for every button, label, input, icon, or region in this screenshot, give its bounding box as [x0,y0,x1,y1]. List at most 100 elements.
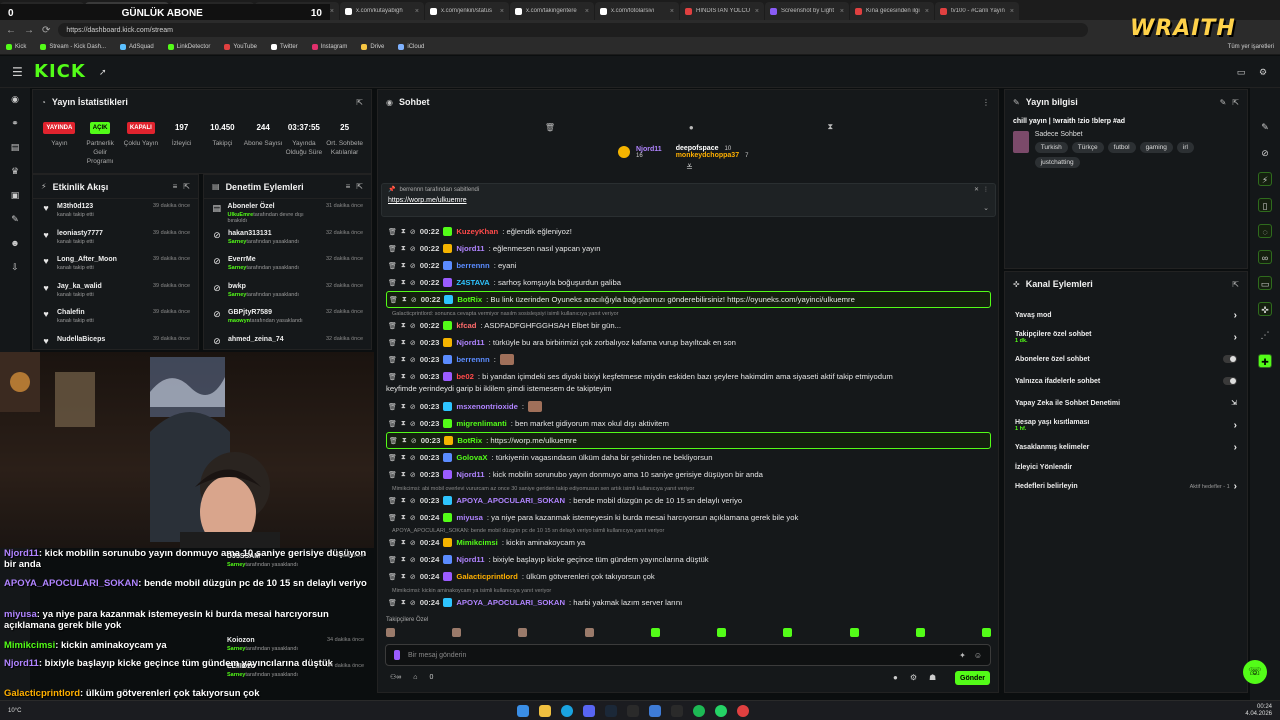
users-icon[interactable]: ⚇∞ [390,673,401,681]
stream-tag[interactable]: futbol [1107,142,1136,153]
message-username[interactable]: BotRix [457,295,482,304]
collapse-icon[interactable]: ≚ [686,163,693,172]
chat-input[interactable]: Bir mesaj gönderin ✦ ☺ [385,644,991,666]
delete-icon[interactable]: 🗑 [388,471,397,479]
timeout-icon[interactable]: ⧗ [402,437,407,445]
support-chat-button[interactable]: ☏ [1243,660,1267,684]
timeout-icon[interactable]: ⧗ [401,403,406,411]
message-username[interactable]: migrenlimanti [456,419,506,428]
mic-icon[interactable] [394,650,400,660]
chat-message[interactable]: 🗑 ⧗ ⊘ 00:24 Mimikcimsi: kickin aminakoycam y… [386,534,991,551]
ban-icon[interactable]: ⊘ [410,599,416,607]
chrome-icon[interactable] [737,704,750,717]
ban-icon[interactable]: ⊘ [410,228,416,236]
whatsapp-icon[interactable] [715,704,728,717]
layout-icon[interactable]: ▭ [1236,67,1246,77]
follower-name[interactable]: Jay_ka_walid [57,283,102,290]
send-button[interactable]: Gönder [955,671,990,685]
moderated-name[interactable]: Koiozon [227,637,298,644]
back-icon[interactable]: ← [6,25,16,36]
chat-message[interactable]: 🗑 ⧗ ⊘ 00:23 APOYA_APOCULARI_SOKAN: bende mob… [386,492,991,509]
kick-logo[interactable]: KICK [34,61,86,82]
stream-tag[interactable]: gaming [1139,142,1173,153]
moderated-name[interactable]: hakan313131 [228,230,299,237]
follower-name[interactable]: Chalefin [57,309,94,316]
ban-icon[interactable]: ⊘ [410,471,416,479]
stream-tag[interactable]: Türkçe [1071,142,1104,153]
timeout-icon[interactable]: ⧗ [401,356,406,364]
spotify-icon[interactable] [693,704,706,717]
pencil-icon[interactable]: ✎ [1220,98,1227,107]
bookmark[interactable]: YouTube [224,44,257,50]
more-icon[interactable]: ⋮ [982,98,990,107]
add-icon[interactable]: ✚ [1258,354,1272,368]
link-icon[interactable]: ⚭ [10,118,20,128]
delete-icon[interactable]: 🗑 [388,322,397,330]
timeout-icon[interactable]: ⧗ [401,228,406,236]
timeout-icon[interactable]: ⧗ [401,279,406,287]
chat-message[interactable]: 🗑 ⧗ ⊘ 00:22 BotRix: Bu link üzerinden Oyunek… [386,291,991,308]
link-chain-icon[interactable]: ∞ [1258,250,1272,264]
emote-icon[interactable] [783,628,793,637]
edge-icon[interactable] [561,704,574,717]
timeout-icon[interactable]: ⧗ [401,539,406,547]
explorer-icon[interactable] [539,704,552,717]
delete-icon[interactable]: 🗑 [388,403,397,411]
ban-icon[interactable]: ⊘ [410,514,416,522]
chat-message[interactable]: 🗑 ⧗ ⊘ 00:22 Njord11: eğlenmesen nasıl yapcan… [386,240,991,257]
ban-icon[interactable]: ⊘ [410,245,416,253]
url-input[interactable]: https://dashboard.kick.com/stream [58,23,1089,37]
moderated-name[interactable]: EverrMe [228,256,299,263]
follower-name[interactable]: leoniasty7777 [57,230,103,237]
channel-action[interactable]: Abonelere özel sohbet [1005,348,1247,370]
timeout-icon[interactable]: ⧗ [401,471,406,479]
ban-icon[interactable]: ⊘ [410,497,416,505]
chat-message[interactable]: 🗑 ⧗ ⊘ 00:22 Z4STAVA: sarhoş komşuyla boğuşur… [386,274,991,291]
ban-icon[interactable]: ⊘ [411,437,417,445]
content-icon[interactable]: ▤ [10,142,20,152]
delete-icon[interactable]: 🗑 [388,245,397,253]
delete-icon[interactable]: 🗑 [388,454,397,462]
bookmark[interactable]: Instagram [311,44,347,50]
message-username[interactable]: GolovaX [456,453,487,462]
chat-message[interactable]: 🗑 ⧗ ⊘ 00:23 Njord11: türküyle bu ara birbiri… [386,334,991,351]
delete-icon[interactable]: 🗑 [388,497,397,505]
obs-icon[interactable] [671,704,684,717]
moderated-name[interactable]: DJ3SSAM [227,553,298,560]
tab-close-icon[interactable]: × [585,8,589,15]
channel-action[interactable]: Hedefleri belirleyin Aktif hedefler - 1 › [1005,477,1247,496]
emote-icon[interactable] [915,628,925,637]
hourglass-icon[interactable]: ⧗ [827,122,833,132]
message-username[interactable]: kfcad [456,321,476,330]
follower-name[interactable]: NudellaBiceps [57,336,105,343]
tab-close-icon[interactable]: × [755,8,759,15]
browser-tab[interactable]: tv100 - #Canlı Yayın × [935,2,1019,20]
toggle-switch[interactable] [1223,377,1237,385]
timeout-icon[interactable]: ⧗ [401,497,406,505]
stream-tag[interactable]: justchatting [1034,157,1080,168]
delete-icon[interactable]: 🗑 [389,437,398,445]
ban-icon[interactable]: ⊘ [411,296,417,304]
bot-icon[interactable]: ☗ [929,673,936,682]
forward-icon[interactable]: → [24,25,34,36]
popout-icon[interactable]: ⇱ [356,98,363,107]
timeout-icon[interactable]: ⧗ [401,573,406,581]
ban-icon[interactable]: ⊘ [410,356,416,364]
trophy-icon[interactable]: ♛ [10,166,20,176]
tab-close-icon[interactable]: × [415,8,419,15]
tab-close-icon[interactable]: × [925,8,929,15]
settings-icon[interactable]: ⚙ [910,673,917,682]
community-icon[interactable]: ☻ [10,238,20,248]
delete-icon[interactable]: 🗑 [388,279,397,287]
chat-message[interactable]: 🗑 ⧗ ⊘ 00:23 berrennn: [386,351,991,368]
bubble-icon[interactable]: ● [689,123,694,132]
timeout-icon[interactable]: ⧗ [401,599,406,607]
tab-close-icon[interactable]: × [670,8,674,15]
tab-close-icon[interactable]: × [1010,8,1014,15]
emote-icon[interactable] [386,628,395,637]
message-username[interactable]: Njord11 [456,338,484,347]
pinned-link[interactable]: https://worp.me/ulkuemre [382,195,995,206]
delete-icon[interactable]: 🗑 [388,539,397,547]
chat-message[interactable]: 🗑 ⧗ ⊘ 00:24 miyusa: ya niye para kazanmak is… [386,509,991,526]
chat-message[interactable]: 🗑 ⧗ ⊘ 00:24 Galacticprintlord: ülküm götvere… [386,568,991,585]
